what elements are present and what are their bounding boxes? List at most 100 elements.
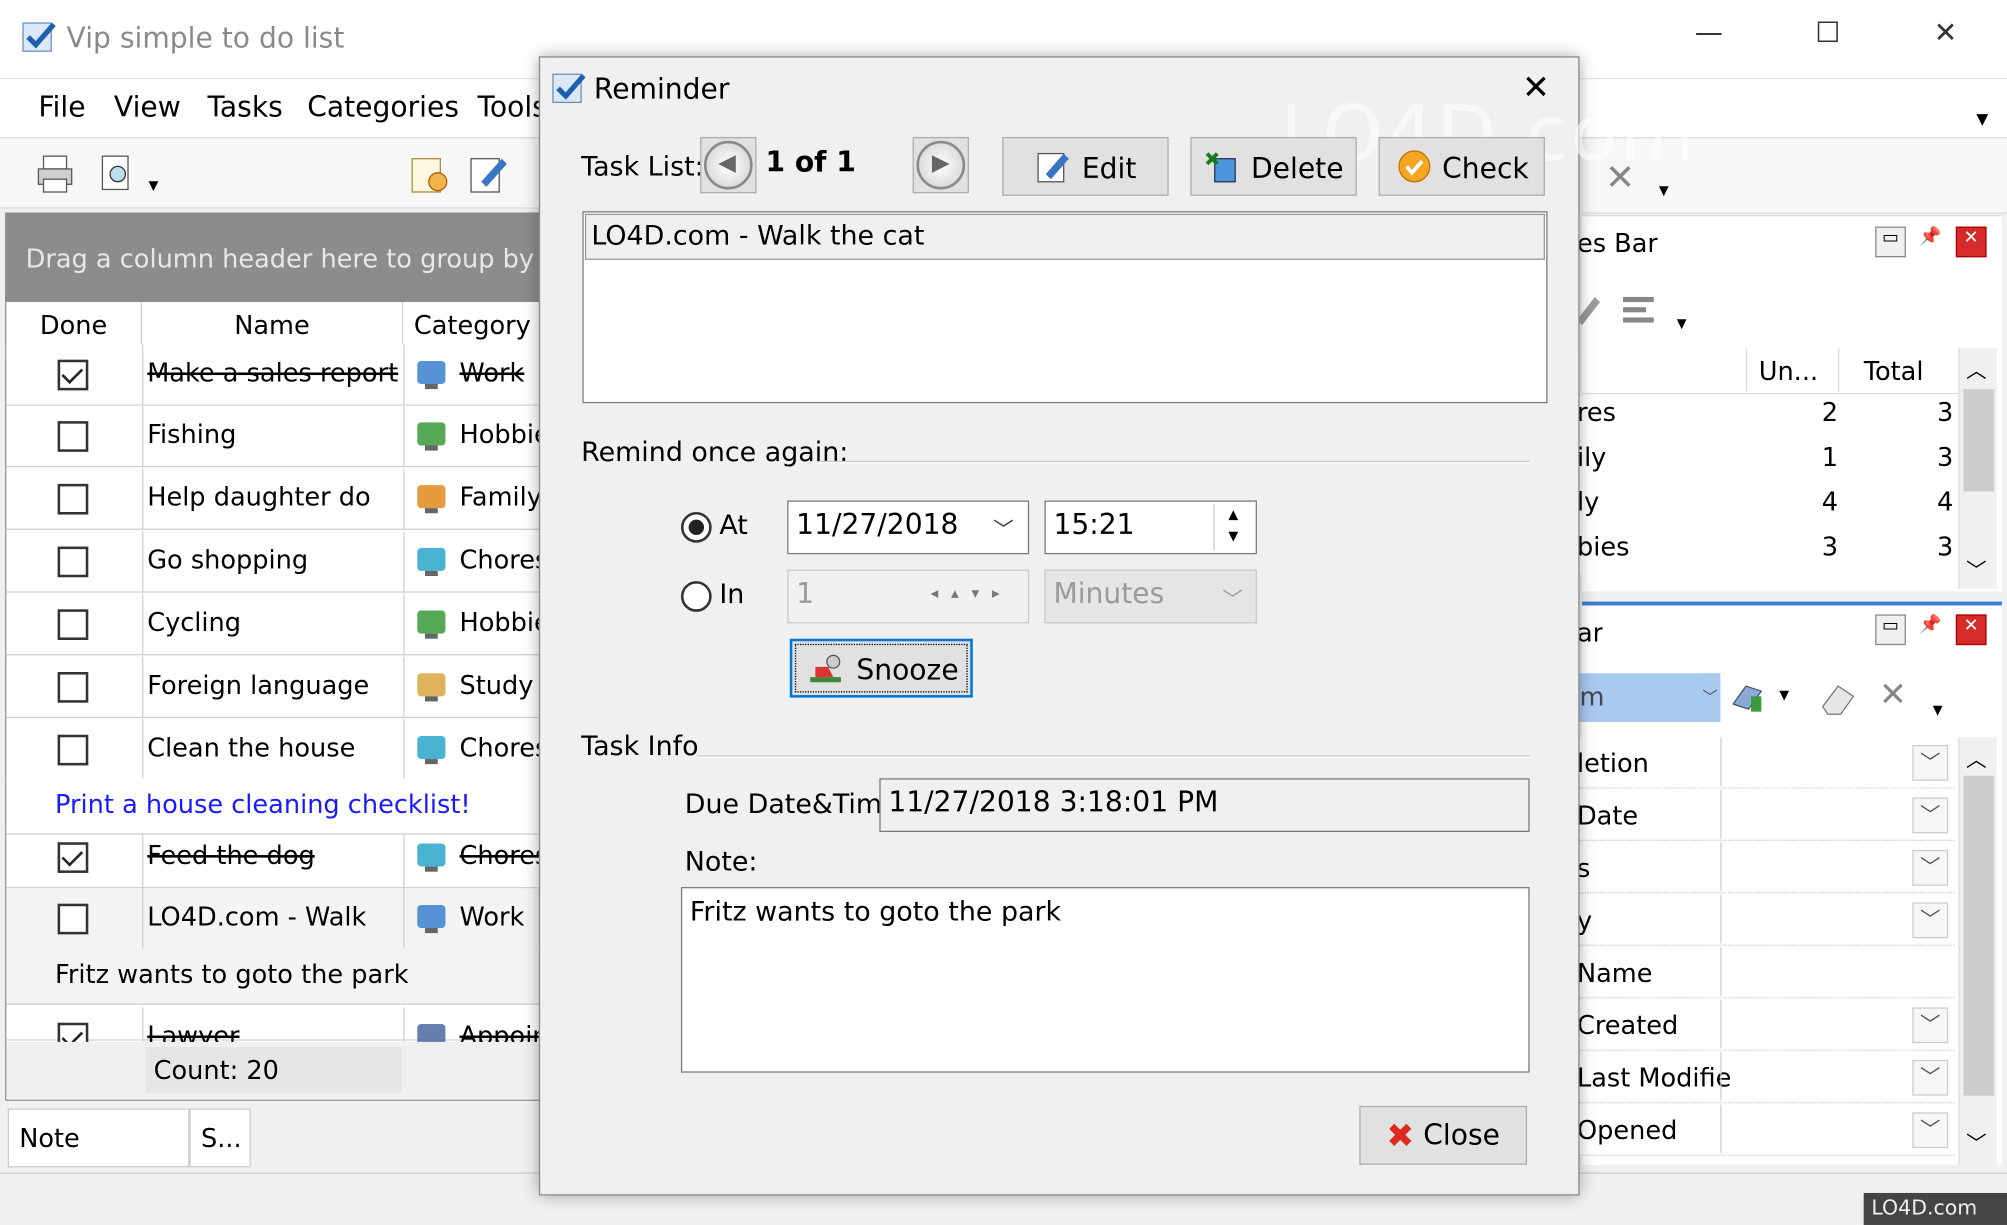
done-checkbox[interactable] [57,672,89,703]
property-row[interactable]: s ﹀ [1576,842,1955,894]
time-spinner[interactable]: ▲ ▼ [1213,504,1251,551]
panel-close-icon[interactable]: ✕ [1955,226,1987,258]
done-checkbox[interactable] [57,734,89,766]
chevron-down-icon[interactable]: ▼ [1677,317,1687,331]
note-row[interactable]: Fritz wants to goto the park [6,948,543,1005]
done-checkbox[interactable] [57,483,89,515]
property-row[interactable]: Created ﹀ [1576,999,1955,1051]
delete-button[interactable]: Delete [1190,136,1357,196]
close-button[interactable]: ✖ Close [1359,1105,1528,1165]
chevron-down-icon[interactable]: ﹀ [1912,902,1949,939]
property-value[interactable] [1720,737,1912,786]
column-header-unfinished[interactable]: Un... [1759,356,1818,387]
menu-tools[interactable]: Tools [477,92,538,124]
property-value[interactable] [1720,947,1912,996]
done-checkbox[interactable] [57,359,89,391]
filter-select[interactable]: m [1576,673,1721,722]
minimize-button[interactable]: — [1683,18,1734,50]
chevron-down-icon[interactable]: ﹀ [1702,673,1721,722]
task-list-item[interactable]: LO4D.com - Walk the cat [584,213,1545,260]
table-row[interactable]: Make a sales report Work [6,344,543,406]
new-task-icon[interactable] [410,151,451,195]
table-row[interactable]: Foreign language Study [6,656,543,719]
category-row[interactable]: res 2 3 [1576,396,1959,441]
chevron-down-icon[interactable]: ▼ [148,179,158,193]
clear-x-icon[interactable]: ✕ [1879,676,1907,714]
property-row[interactable]: letion ﹀ [1576,737,1955,789]
menu-view[interactable]: View [114,92,181,124]
property-row[interactable]: Opened ﹀ [1576,1104,1955,1156]
done-checkbox[interactable] [57,546,89,578]
chevron-down-icon[interactable]: ▼ [1976,110,1988,128]
chevron-down-icon[interactable]: ▼ [1659,184,1669,198]
done-checkbox[interactable] [57,421,89,452]
done-checkbox[interactable] [57,903,89,935]
property-value[interactable] [1720,789,1912,839]
category-row[interactable]: bies 3 3 [1576,531,1959,575]
panel-close-icon[interactable]: ✕ [1955,614,1987,646]
note-textarea[interactable]: Fritz wants to goto the park [680,887,1530,1073]
chevron-down-icon[interactable]: ▼ [1933,704,1943,718]
property-row[interactable]: Last Modifie ﹀ [1576,1052,1955,1104]
chevron-down-icon[interactable]: ﹀ [1912,849,1949,886]
table-row[interactable]: Help daughter do Family [6,468,543,530]
menu-tasks[interactable]: Tasks [207,92,282,124]
scroll-up-icon[interactable]: ︿ [1966,742,1987,773]
property-row[interactable]: y ﹀ [1576,894,1955,946]
interval-spinner[interactable]: ◂▴▾▸ [916,573,1026,619]
group-by-area[interactable]: Drag a column header here to group by th… [5,212,543,303]
at-radio[interactable] [680,512,712,543]
scroll-down-icon[interactable]: ﹀ [1966,1126,1987,1157]
scroll-up-icon[interactable]: ︿ [1966,353,1987,384]
check-button[interactable]: Check [1378,136,1545,196]
chevron-down-icon[interactable]: ﹀ [993,512,1014,543]
chevron-down-icon[interactable]: ﹀ [1912,1059,1949,1096]
property-row[interactable]: Date ﹀ [1576,789,1955,841]
done-checkbox[interactable] [57,609,89,640]
pin-icon[interactable]: 📌 [1915,227,1946,258]
property-value[interactable] [1720,842,1912,891]
property-value[interactable] [1720,1052,1912,1101]
window-icon[interactable]: ▭ [1875,614,1906,646]
move-category-icon[interactable] [1620,292,1661,328]
note-row[interactable]: Print a house cleaning checklist! [6,778,543,835]
scroll-down-icon[interactable]: ﹀ [1966,553,1987,584]
table-row[interactable]: Clean the house Chores [6,719,544,781]
property-value[interactable] [1720,999,1912,1049]
filter-icon[interactable] [1731,678,1769,716]
table-row[interactable]: LawyerAppointment [6,1007,544,1069]
property-value[interactable] [1720,1104,1912,1154]
table-row[interactable]: Go shopping Chores [6,531,544,593]
chevron-down-icon[interactable]: ▼ [1779,689,1789,703]
print-preview-icon[interactable] [97,154,135,195]
menu-file[interactable]: File [38,92,85,124]
table-row[interactable]: Cycling Hobbies [6,593,544,656]
maximize-button[interactable]: ☐ [1802,18,1853,50]
table-row[interactable]: Fishing Hobbies [6,405,544,468]
property-row[interactable]: Name [1576,947,1955,999]
previous-task-button[interactable]: ◀ [700,136,757,194]
pin-icon[interactable]: 📌 [1915,614,1946,645]
chevron-down-icon[interactable]: ﹀ [1912,744,1949,781]
print-icon[interactable] [36,154,74,195]
done-checkbox[interactable] [57,842,89,873]
table-row[interactable]: Feed the dog Chores [6,826,544,889]
column-header-total[interactable]: Total [1864,356,1924,387]
category-row[interactable]: ly 4 4 [1576,486,1959,530]
tab-s[interactable]: S... [189,1108,251,1168]
table-row[interactable]: LO4D.com - Walk Work [6,888,543,950]
scroll-thumb[interactable] [1963,389,1995,492]
chevron-down-icon[interactable]: ﹀ [1912,1112,1949,1149]
menu-categories[interactable]: Categories [307,92,459,124]
eraser-icon[interactable] [1818,678,1859,716]
close-window-button[interactable]: ✕ [1920,18,1971,50]
in-radio[interactable] [680,581,712,612]
category-row[interactable]: ily 1 3 [1576,441,1959,486]
chevron-down-icon[interactable]: ﹀ [1912,797,1949,834]
tab-note[interactable]: Note [7,1108,190,1168]
property-value[interactable] [1720,894,1912,944]
next-task-button[interactable]: ▶ [912,136,969,194]
chevron-down-icon[interactable]: ﹀ [1222,582,1243,613]
chevron-down-icon[interactable]: ﹀ [1912,1007,1949,1044]
scroll-thumb[interactable] [1963,775,1995,1096]
